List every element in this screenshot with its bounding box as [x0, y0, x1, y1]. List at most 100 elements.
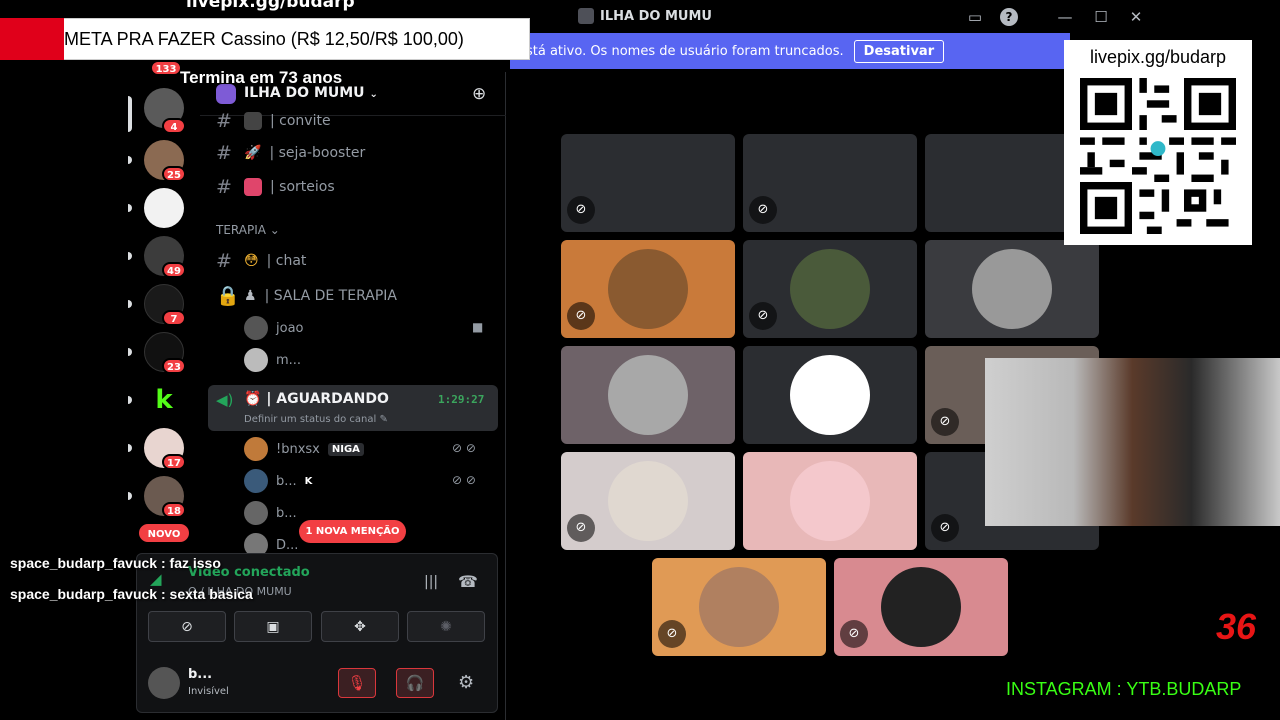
avatar [244, 501, 268, 525]
channel-label: | chat [266, 253, 307, 269]
alarm-icon: ⏰ [244, 391, 262, 407]
participant-tile[interactable] [561, 346, 735, 444]
kick-server-icon[interactable]: k [144, 380, 184, 420]
server-pill [128, 348, 132, 356]
avatar [244, 469, 268, 493]
voice-member[interactable]: joao [244, 316, 304, 340]
maximize-button[interactable]: ☐ [1090, 6, 1112, 28]
channel-seja-booster[interactable]: # 🚀 | seja-booster [216, 142, 365, 164]
voice-timer: 1:29:27 [438, 393, 485, 406]
mute-icon: ⊘ [749, 302, 777, 330]
noise-suppression-icon[interactable]: ||| [424, 574, 438, 590]
settings-gear-icon[interactable]: ⚙ [458, 672, 474, 693]
server-icon-3[interactable] [144, 188, 184, 228]
participant-tile[interactable]: ⊘ [561, 240, 735, 338]
channel-chat[interactable]: # 😳 | chat [216, 250, 306, 272]
new-mention-pill[interactable]: 1 NOVA MENÇÃO [299, 520, 406, 543]
close-button[interactable]: ✕ [1125, 6, 1147, 28]
server-pill [128, 252, 132, 260]
server-badge: 25 [162, 166, 186, 182]
channel-label: | SALA DE TERAPIA [264, 287, 397, 304]
category-terapia[interactable]: TERAPIA ⌄ [216, 223, 280, 237]
channel-status-text: Definir um status do canal [244, 414, 377, 425]
user-status: Invisível [188, 686, 229, 697]
member-name: D... [276, 537, 299, 553]
camera-off-button[interactable]: ⊘ [148, 611, 226, 642]
voice-channel-label: | AGUARDANDO [266, 391, 389, 407]
participant-tile[interactable]: ⊘ [561, 452, 735, 550]
participant-avatar [881, 567, 961, 647]
mute-icon: ⊘ [931, 408, 959, 436]
member-name: m... [276, 352, 302, 368]
server-badge: 18 [162, 502, 186, 518]
member-tag: K [304, 475, 313, 487]
avatar [244, 348, 268, 372]
channel-sorteios[interactable]: # | sorteios [216, 176, 335, 198]
person-icon: ♟ [244, 287, 257, 304]
participant-tile[interactable]: ⊘ [743, 134, 917, 232]
goal-progress-fill [0, 18, 64, 60]
user-avatar[interactable] [148, 667, 180, 699]
server-pill-active [128, 96, 132, 132]
inbox-icon[interactable]: ▭ [964, 6, 986, 28]
server-icon [578, 8, 594, 24]
chat-user: space_budarp_favuck [10, 586, 158, 602]
participant-tile[interactable] [743, 346, 917, 444]
deafen-button[interactable]: 🎧 [396, 668, 434, 698]
goal-text: META PRA FAZER Cassino (R$ 12,50/R$ 100,… [64, 29, 464, 49]
voice-member[interactable]: b... K [244, 469, 312, 493]
participant-tile[interactable] [925, 240, 1099, 338]
disable-button[interactable]: Desativar [853, 39, 945, 63]
participant-tile[interactable]: ⊘ [743, 240, 917, 338]
chat-message: space_budarp_favuck : faz isso [10, 555, 221, 571]
mute-icon: ⊘ [567, 514, 595, 542]
participant-tile[interactable]: ⊘ [834, 558, 1008, 656]
mute-icon: ⊘ [840, 620, 868, 648]
voice-member[interactable]: m... [244, 348, 301, 372]
user-name[interactable]: b... [188, 667, 212, 682]
server-pill [128, 300, 132, 308]
server-pill [128, 156, 132, 164]
channel-label: | seja-booster [269, 145, 366, 161]
mute-icon: ⊘ [567, 196, 595, 224]
avatar [244, 316, 268, 340]
member-name: !bnxsx [276, 441, 320, 457]
screen-share-button[interactable]: ▣ [234, 611, 312, 642]
participant-tile[interactable] [743, 452, 917, 550]
mute-icon: ⊘ [567, 302, 595, 330]
hash-icon: # [216, 110, 232, 132]
participant-tile[interactable]: ⊘ [561, 134, 735, 232]
server-pill [128, 444, 132, 452]
rocket-icon: 🚀 [244, 145, 262, 161]
participant-avatar [699, 567, 779, 647]
soundboard-button[interactable]: ✺ [407, 611, 485, 642]
voice-member[interactable]: !bnxsx NIGA [244, 437, 364, 461]
avatar [244, 437, 268, 461]
mute-icon: ⊘ [931, 514, 959, 542]
mic-muted-button[interactable]: 🎙 [338, 668, 376, 698]
disconnect-icon[interactable]: ☎ [458, 572, 478, 591]
minimize-button[interactable]: — [1054, 6, 1076, 28]
lock-icon: 🔒 [216, 285, 240, 307]
channel-status[interactable]: Definir um status do canal ✎ [244, 414, 388, 425]
add-member-icon[interactable]: ⊕ [472, 84, 486, 104]
server-badge: 4 [162, 118, 186, 134]
pencil-icon: ✎ [379, 414, 388, 425]
participant-tile[interactable]: ⊘ [652, 558, 826, 656]
channel-sala-de-terapia[interactable]: 🔒 ♟ | SALA DE TERAPIA [216, 284, 397, 307]
member-tag: NIGA [327, 442, 364, 456]
window-title-text: ILHA DO MUMU [600, 8, 712, 24]
viewer-counter: 36 [1216, 606, 1257, 647]
channel-convite[interactable]: # | convite [216, 110, 331, 132]
server-badge: 133 [150, 60, 182, 76]
server-pill [128, 204, 132, 212]
channel-emoji [244, 112, 262, 130]
new-unreads-pill[interactable]: NOVO [137, 522, 191, 544]
mute-icon: ⊘ ⊘ [452, 441, 476, 455]
window-title: ILHA DO MUMU [578, 8, 712, 24]
chat-text: sexta basica [169, 586, 253, 602]
chat-text: faz isso [169, 555, 221, 571]
activities-button[interactable]: ✥ [321, 611, 399, 642]
voice-member[interactable]: b... [244, 501, 297, 525]
help-icon[interactable]: ? [1000, 8, 1018, 26]
